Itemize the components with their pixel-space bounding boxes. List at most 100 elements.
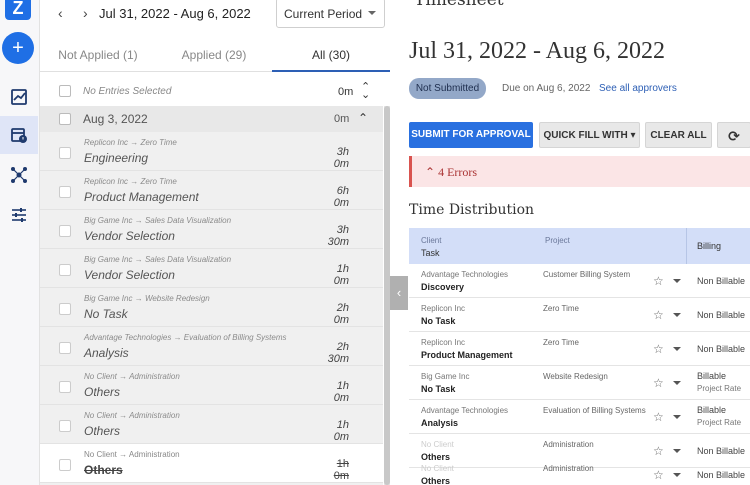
caret-down-icon[interactable] xyxy=(673,347,681,351)
entry-checkbox[interactable] xyxy=(59,459,71,471)
entry-checkbox[interactable] xyxy=(59,147,71,159)
entry-path: Big Game Inc → Sales Data Visualization xyxy=(84,216,232,225)
timesheet-range: Jul 31, 2022 - Aug 6, 2022 xyxy=(409,38,666,64)
day-group-header[interactable]: Aug 3, 2022 0m ⌃ xyxy=(40,106,383,132)
table-row: Replicon Inc No Task Zero Time ☆ Non Bil… xyxy=(409,298,750,332)
date-range-label: Jul 31, 2022 - Aug 6, 2022 xyxy=(99,6,251,21)
star-icon[interactable]: ☆ xyxy=(653,468,664,482)
period-select[interactable]: Current Period xyxy=(276,0,385,28)
list-item[interactable]: Advantage Technologies → Evaluation of B… xyxy=(40,327,383,366)
entry-checkbox[interactable] xyxy=(59,225,71,237)
star-icon[interactable]: ☆ xyxy=(653,342,664,356)
list-item[interactable]: No Client → Administration Others 1h 0m xyxy=(40,444,383,483)
entry-duration: 1h 0m xyxy=(333,419,349,443)
refresh-icon[interactable]: ⟳ xyxy=(717,122,750,148)
timesheet-panel: Timesheet Jul 31, 2022 - Aug 6, 2022 Not… xyxy=(408,0,750,485)
entry-duration: 2h 0m xyxy=(333,302,349,326)
entry-checkbox[interactable] xyxy=(59,264,71,276)
errors-banner[interactable]: ⌃ 4 Errors xyxy=(409,156,750,187)
column-project: Project xyxy=(545,236,570,245)
chevron-up-icon: ⌃ xyxy=(425,165,436,179)
list-item[interactable]: Big Game Inc → Sales Data Visualization … xyxy=(40,249,383,288)
network-icon xyxy=(11,167,27,183)
entry-path: Big Game Inc → Website Redesign xyxy=(84,294,210,303)
list-item[interactable]: Big Game Inc → Sales Data Visualization … xyxy=(40,210,383,249)
entry-checkbox[interactable] xyxy=(59,303,71,315)
clear-all-button[interactable]: CLEAR ALL xyxy=(645,122,712,148)
star-icon[interactable]: ☆ xyxy=(653,308,664,322)
network-nav[interactable] xyxy=(0,156,38,194)
see-approvers-link[interactable]: See all approvers xyxy=(599,83,677,94)
caret-down-icon[interactable] xyxy=(673,415,681,419)
day-select-checkbox[interactable] xyxy=(59,113,71,125)
prev-period-icon[interactable]: ‹ xyxy=(58,5,63,21)
star-icon[interactable]: ☆ xyxy=(653,376,664,390)
star-icon[interactable]: ☆ xyxy=(653,410,664,424)
column-divider xyxy=(686,228,687,264)
tab-not-applied[interactable]: Not Applied (1) xyxy=(40,38,156,72)
timesheet-nav[interactable] xyxy=(0,116,38,154)
row-client: Replicon Inc xyxy=(421,304,466,313)
row-project: Administration xyxy=(543,464,594,473)
row-task: No Task xyxy=(421,384,456,394)
tab-all[interactable]: All (30) xyxy=(272,38,390,72)
row-client: No Client xyxy=(421,464,454,473)
app-logo[interactable]: Z xyxy=(5,0,31,20)
collapse-panel-handle[interactable]: ‹ xyxy=(390,276,408,310)
row-task: No Task xyxy=(421,316,456,326)
list-item[interactable]: No Client → Administration Others 1h 0m xyxy=(40,366,383,405)
collapse-all-icon[interactable]: ⌃ ⌄ xyxy=(361,82,370,101)
row-billing: Non Billable xyxy=(697,470,746,480)
settings-nav[interactable] xyxy=(0,196,38,234)
chevron-left-icon: ‹ xyxy=(396,285,402,300)
submit-approval-button[interactable]: SUBMIT FOR APPROVAL xyxy=(409,122,533,148)
errors-label: ⌃ 4 Errors xyxy=(425,165,478,179)
entry-task: Vendor Selection xyxy=(84,268,175,282)
row-task: Analysis xyxy=(421,418,459,428)
caret-down-icon[interactable] xyxy=(673,473,681,477)
chevron-up-icon[interactable]: ⌃ xyxy=(358,111,368,125)
list-item[interactable]: Big Game Inc → Website Redesign No Task … xyxy=(40,288,383,327)
list-item[interactable]: Replicon Inc → Zero Time Engineering 3h … xyxy=(40,132,383,171)
caret-down-icon[interactable] xyxy=(673,313,681,317)
tab-applied[interactable]: Applied (29) xyxy=(156,38,272,72)
star-icon[interactable]: ☆ xyxy=(653,444,664,458)
quick-fill-button[interactable]: QUICK FILL WITH ▾ xyxy=(539,122,640,148)
timesheet-calendar-icon xyxy=(11,128,27,143)
list-item[interactable]: No Client → Administration Others 1h 0m xyxy=(40,405,383,444)
table-row: Replicon Inc Product Management Zero Tim… xyxy=(409,332,750,366)
entry-checkbox[interactable] xyxy=(59,381,71,393)
list-item[interactable]: Replicon Inc → Zero Time Product Managem… xyxy=(40,171,383,210)
table-row: No Client Others Administration ☆ Non Bi… xyxy=(409,458,750,485)
reports-nav[interactable] xyxy=(0,78,38,116)
entry-task: Others xyxy=(84,463,123,477)
due-date: Due on Aug 6, 2022 xyxy=(502,83,591,94)
row-billing: Non Billable xyxy=(697,310,746,320)
period-select-value: Current Period xyxy=(284,7,363,21)
column-billing: Billing xyxy=(697,241,722,251)
star-icon[interactable]: ☆ xyxy=(653,274,664,288)
entry-task: Engineering xyxy=(84,151,149,165)
next-period-icon[interactable]: › xyxy=(83,5,88,21)
page-title: Timesheet xyxy=(414,0,504,10)
entry-task: Vendor Selection xyxy=(84,229,175,243)
select-all-checkbox[interactable] xyxy=(59,85,71,97)
entry-checkbox[interactable] xyxy=(59,186,71,198)
entry-list: Replicon Inc → Zero Time Engineering 3h … xyxy=(40,132,383,485)
entry-checkbox[interactable] xyxy=(59,420,71,432)
row-task: Product Management xyxy=(421,350,513,360)
row-project: Website Redesign xyxy=(543,372,608,381)
row-client: Advantage Technologies xyxy=(421,270,509,279)
app-rail: Z + xyxy=(0,0,40,485)
entry-task: Product Management xyxy=(84,190,199,204)
row-client: No Client xyxy=(421,440,454,449)
caret-down-icon[interactable] xyxy=(673,449,681,453)
add-entry-button[interactable]: + xyxy=(2,32,34,64)
entry-task: Others xyxy=(84,424,121,438)
caret-down-icon[interactable] xyxy=(673,381,681,385)
caret-down-icon[interactable] xyxy=(673,279,681,283)
row-project: Evaluation of Billing Systems xyxy=(543,406,646,415)
distribution-table-header: Client Task Project Billing xyxy=(409,228,750,264)
entry-checkbox[interactable] xyxy=(59,342,71,354)
selection-total: 0m xyxy=(338,86,354,98)
